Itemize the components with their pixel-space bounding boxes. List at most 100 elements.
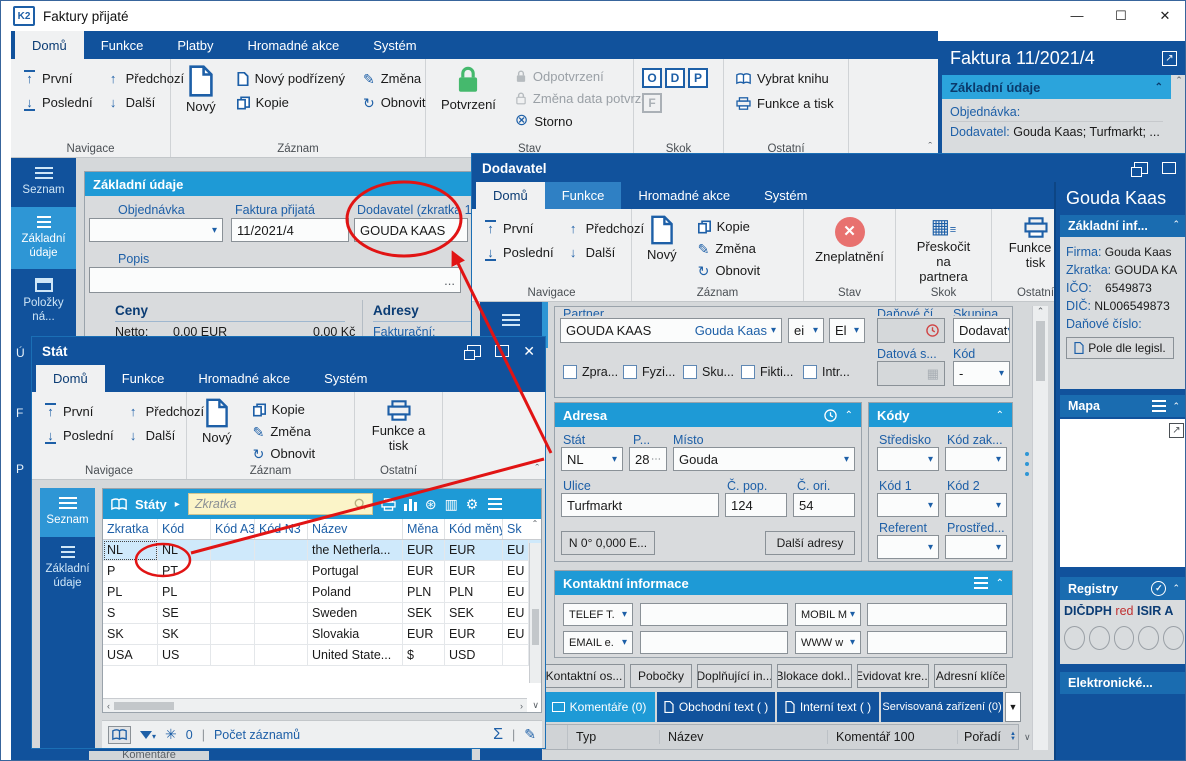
tab-platby[interactable]: Platby: [160, 31, 230, 59]
tab-servisovana-zarizeni[interactable]: Servisovaná zařízení (0): [881, 692, 1003, 722]
bottom-tab-komentare[interactable]: Komentáře: [89, 751, 209, 761]
col-komentar[interactable]: Komentář 100: [828, 730, 958, 744]
supplier-zakladni-header[interactable]: Základní inf...⌃: [1060, 215, 1186, 237]
analysis-icon[interactable]: ⊛: [425, 496, 437, 513]
tab-system[interactable]: Systém: [747, 182, 824, 209]
email-combobox[interactable]: EMAIL e.▾: [563, 631, 633, 654]
tab-domu[interactable]: Domů: [476, 182, 545, 209]
sidebar-item-polozky[interactable]: Položky ná...: [11, 269, 76, 334]
restore-icon[interactable]: [467, 345, 481, 357]
tab-domu[interactable]: Domů: [15, 31, 84, 59]
refresh-button[interactable]: ↻Obnovit: [249, 444, 320, 463]
sidebar-item-menu[interactable]: [480, 302, 542, 335]
collapse-icon[interactable]: ⌃: [996, 410, 1004, 421]
table-row[interactable]: NLNLthe Netherla...EUREUREU: [103, 540, 541, 561]
minimize-button[interactable]: —: [1055, 1, 1099, 31]
partner-small-combo-1[interactable]: ei▾: [788, 318, 824, 343]
misto-combobox[interactable]: Gouda▾: [673, 447, 855, 471]
table-hscrollbar[interactable]: ‹ ›: [103, 698, 527, 712]
scroll-up-icon[interactable]: ⌃: [529, 519, 541, 539]
tab-system[interactable]: Systém: [356, 31, 433, 59]
partner-field[interactable]: GOUDA KAAS Gouda Kaas ▾: [560, 318, 782, 343]
collapse-icon[interactable]: ⌃: [1155, 82, 1163, 93]
dodavatel-scrollbar[interactable]: ⌃: [1032, 306, 1048, 750]
open-map-icon[interactable]: ↗: [1169, 423, 1184, 438]
new-button[interactable]: Nový: [640, 215, 684, 283]
check-circle-icon[interactable]: ✓: [1151, 581, 1166, 596]
copy-button[interactable]: Kopie: [694, 217, 765, 236]
sidebar-item-seznam[interactable]: Seznam: [11, 158, 76, 207]
filter-button[interactable]: ▾: [140, 728, 156, 742]
kod-zakazky-combobox[interactable]: ▾: [945, 447, 1007, 471]
checkbox-zpracovani[interactable]: Zpra...: [563, 365, 618, 379]
telefon-field[interactable]: [640, 603, 788, 626]
select-book-button[interactable]: Vybrat knihu: [732, 69, 840, 88]
evidovat-kredit-button[interactable]: Evidovat kre...: [857, 664, 929, 688]
chart-icon[interactable]: [404, 497, 417, 511]
col-kod[interactable]: Kód: [158, 519, 211, 539]
cori-field[interactable]: 54: [793, 493, 855, 517]
col-nazev[interactable]: Název: [308, 519, 403, 539]
copy-button[interactable]: Kopie: [249, 400, 320, 419]
scroll-down-icon[interactable]: ∨: [532, 700, 539, 711]
confirm-button[interactable]: Potvrzení: [434, 65, 503, 139]
book-dropdown-icon[interactable]: ▸: [175, 499, 180, 510]
functions-print-button[interactable]: Funkce a tisk: [363, 400, 434, 454]
kod-combobox[interactable]: -▾: [953, 361, 1010, 386]
www-combobox[interactable]: WWW w▾: [795, 631, 861, 654]
objednavka-combobox[interactable]: ▾: [89, 218, 223, 242]
gear-icon[interactable]: ⚙: [466, 496, 479, 513]
mobil-field[interactable]: [867, 603, 1007, 626]
partner-small-combo-2[interactable]: El▾: [829, 318, 865, 343]
kod1-combobox[interactable]: ▾: [877, 493, 939, 517]
col-zkratka[interactable]: Zkratka: [103, 519, 158, 539]
table-row[interactable]: SKSKSlovakiaEUREUREU: [103, 624, 541, 645]
change-button[interactable]: ✎Změna: [694, 239, 765, 258]
close-button[interactable]: ✕: [1143, 1, 1186, 31]
datova-schranka-field[interactable]: ▦: [877, 361, 945, 386]
last-button[interactable]: ↓Poslední: [480, 243, 558, 262]
columns-icon[interactable]: ▥: [445, 496, 458, 513]
checkbox-intrastat[interactable]: Intr...: [803, 365, 850, 379]
splitter-dots[interactable]: [1025, 452, 1029, 482]
mobil-combobox[interactable]: MOBIL M▾: [795, 603, 861, 626]
tab-hromadne-akce[interactable]: Hromadné akce: [621, 182, 747, 209]
scroll-right-icon[interactable]: ›: [516, 701, 527, 711]
open-in-window-icon[interactable]: ↗: [1162, 51, 1177, 66]
partner-link[interactable]: Gouda Kaas: [695, 323, 767, 338]
maximize-icon[interactable]: [495, 345, 509, 357]
book-selector[interactable]: Státy: [135, 497, 167, 512]
ribbon-collapse-icon[interactable]: ˆ: [535, 463, 539, 475]
danove-cislo-field[interactable]: [877, 318, 945, 343]
more-button[interactable]: ...: [444, 273, 455, 288]
col-typ[interactable]: Typ: [568, 730, 660, 744]
doplnujici-info-button[interactable]: Doplňující in...: [697, 664, 772, 688]
sidebar-item-seznam[interactable]: Seznam: [40, 488, 95, 537]
blokace-dokladu-button[interactable]: Blokace dokl...: [777, 664, 852, 688]
checkbox-fiktivni[interactable]: Fikti...: [741, 365, 793, 379]
elektronicke-header[interactable]: Elektronické...: [1060, 672, 1186, 694]
spinner-icon[interactable]: ▲▼: [1010, 732, 1018, 743]
sidebar-item-zakladni-udaje[interactable]: Základní údaje: [40, 537, 95, 600]
functions-print-button[interactable]: Funkce a tisk: [732, 94, 840, 113]
last-button[interactable]: ↓Poslední: [19, 93, 97, 112]
tab-funkce[interactable]: Funkce: [84, 31, 161, 59]
dropdown-icon[interactable]: ▾: [771, 325, 776, 336]
sidebar-item-zakladni-udaje[interactable]: Základní údaje: [11, 207, 76, 270]
stredisko-combobox[interactable]: ▾: [877, 447, 939, 471]
gps-button[interactable]: N 0° 0,000 E...: [561, 531, 655, 555]
tab-domu[interactable]: Domů: [36, 365, 105, 392]
maximize-button[interactable]: ☐: [1099, 1, 1143, 31]
new-button[interactable]: Nový: [179, 65, 223, 139]
new-button[interactable]: Nový: [195, 398, 239, 461]
col-kod-meny[interactable]: Kód měny: [445, 519, 503, 539]
edit-button[interactable]: ✎: [524, 726, 536, 743]
map-area[interactable]: ↗: [1060, 419, 1186, 567]
jump-o-button[interactable]: O: [642, 68, 662, 88]
referent-combobox[interactable]: ▾: [877, 535, 939, 559]
stat-titlebar[interactable]: Stát ✕: [32, 337, 545, 365]
ribbon-collapse-icon[interactable]: ˆ: [928, 141, 932, 153]
table-row[interactable]: SSESwedenSEKSEKEU: [103, 603, 541, 624]
jump-p-button[interactable]: P: [688, 68, 708, 88]
col-sk[interactable]: Sk: [503, 519, 529, 539]
